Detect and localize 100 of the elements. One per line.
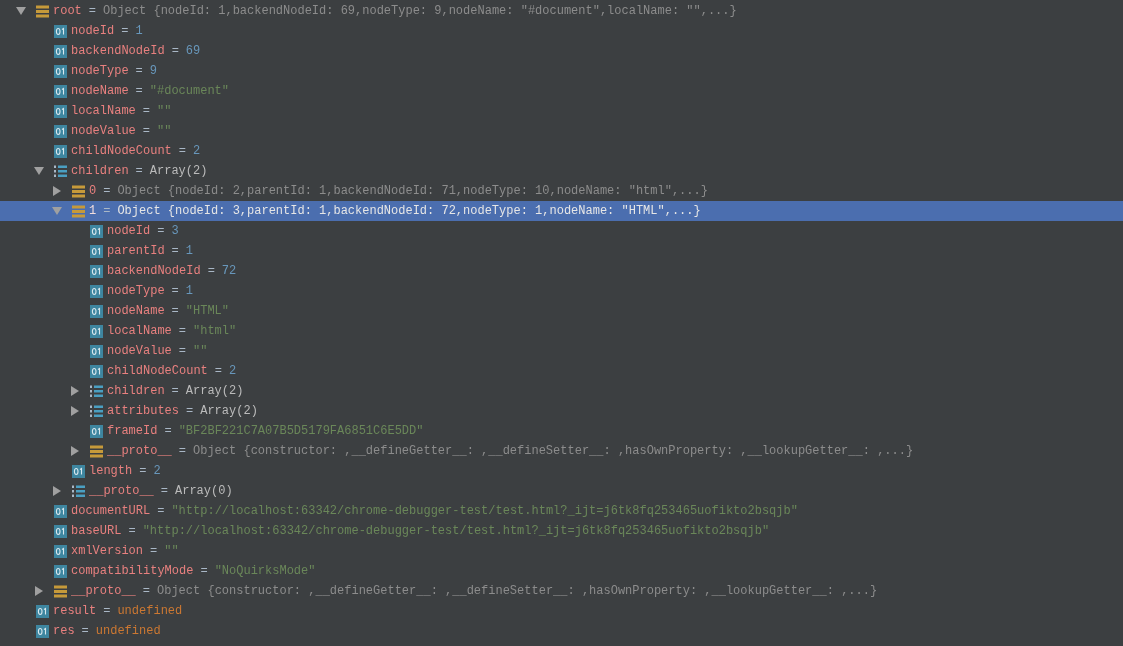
variable-value: "#document" [149,83,230,100]
expand-arrow-icon[interactable] [34,586,44,596]
variable-row[interactable]: nodeValue = "" [0,121,1123,141]
variable-icon [54,44,67,58]
variable-icon [54,504,67,518]
variable-value: "BF2BF221C7A07B5D5179FA6851C6E5DD" [178,423,424,440]
variable-row[interactable]: nodeId = 3 [0,221,1123,241]
variable-row[interactable]: documentURL = "http://localhost:63342/chrome-debugger-test/test.html?_ijt=j6tk8fq253465uofikto2bsqjb" [0,501,1123,521]
variable-row[interactable]: childNodeCount = 2 [0,361,1123,381]
variable-row[interactable]: nodeType = 9 [0,61,1123,81]
variable-name: backendNodeId [71,43,165,60]
variable-row[interactable]: baseURL = "http://localhost:63342/chrome-debugger-test/test.html?_ijt=j6tk8fq253465uofikto2bsqjb" [0,521,1123,541]
equals-sign: = [178,343,186,360]
variable-name: baseURL [71,523,122,540]
variable-row[interactable]: 1 = Object {nodeId: 3,parentId: 1,backendNodeId: 72,nodeType: 1,nodeName: "HTML",...} [0,201,1123,221]
object-icon [90,444,103,458]
variable-row[interactable]: nodeId = 1 [0,21,1123,41]
variable-row[interactable]: childNodeCount = 2 [0,141,1123,161]
variable-row[interactable]: backendNodeId = 72 [0,261,1123,281]
variable-row[interactable]: children = Array(2) [0,161,1123,181]
variable-value: 2 [153,463,161,480]
equals-sign: = [135,163,143,180]
equals-sign: = [103,203,111,220]
variable-value: 1 [135,23,143,40]
array-icon [72,484,85,498]
expand-arrow-icon[interactable] [70,386,80,396]
variable-value: 2 [193,143,201,160]
variable-value: "NoQuirksMode" [214,563,316,580]
variable-name: __proto__ [71,583,136,600]
variable-value: Object {nodeId: 3,parentId: 1,backendNodeId: 72,nodeType: 1,nodeName: "HTML",...} [117,203,701,220]
variable-row[interactable]: backendNodeId = 69 [0,41,1123,61]
variable-name: 1 [89,203,97,220]
collapse-arrow-icon[interactable] [16,6,26,16]
equals-sign: = [103,183,111,200]
variable-value: "http://localhost:63342/chrome-debugger-test/test.html?_ijt=j6tk8fq253465uofikto2bsqjb" [171,503,798,520]
variable-row[interactable]: children = Array(2) [0,381,1123,401]
variable-row[interactable]: __proto__ = Object {constructor: ,__defineGetter__: ,__defineSetter__: ,hasOwnProperty: ,__lookupGetter__: ,...} [0,441,1123,461]
variable-row[interactable]: __proto__ = Array(0) [0,481,1123,501]
variable-value: "" [157,103,172,120]
variable-name: nodeType [71,63,129,80]
variable-row[interactable]: nodeValue = "" [0,341,1123,361]
variable-row[interactable]: localName = "" [0,101,1123,121]
variable-row[interactable]: localName = "html" [0,321,1123,341]
variable-value: "" [193,343,208,360]
equals-sign: = [139,463,147,480]
variable-value: "" [164,543,179,560]
equals-sign: = [171,283,179,300]
equals-sign: = [121,23,129,40]
variable-name: nodeId [107,223,151,240]
variable-name: length [89,463,133,480]
equals-sign: = [160,483,168,500]
expand-arrow-icon[interactable] [70,406,80,416]
variable-row[interactable]: root = Object {nodeId: 1,backendNodeId: 69,nodeType: 9,nodeName: "#document",localName: "",...} [0,1,1123,21]
equals-sign: = [157,223,165,240]
variable-row[interactable]: length = 2 [0,461,1123,481]
variable-row[interactable]: res = undefined [0,621,1123,641]
expand-arrow-icon[interactable] [70,446,80,456]
variable-icon [36,604,49,618]
variable-name: childNodeCount [107,363,208,380]
variable-value: Object {constructor: ,__defineGetter__: ,__defineSetter__: ,hasOwnProperty: ,__lookupGetter__: ,...} [157,583,878,600]
variable-icon [72,464,85,478]
variable-value: 9 [149,63,157,80]
variable-row[interactable]: parentId = 1 [0,241,1123,261]
collapse-arrow-icon[interactable] [34,166,44,176]
variable-row[interactable]: result = undefined [0,601,1123,621]
variable-value: Object {nodeId: 1,backendNodeId: 69,nodeType: 9,nodeName: "#document",localName: "",...} [103,3,737,20]
variable-value: 3 [171,223,179,240]
variable-icon [54,24,67,38]
variable-name: nodeValue [107,343,172,360]
variable-name: nodeType [107,283,165,300]
equals-sign: = [150,543,158,560]
variable-name: nodeId [71,23,115,40]
equals-sign: = [207,263,215,280]
variable-value: 1 [185,283,193,300]
variable-row[interactable]: nodeType = 1 [0,281,1123,301]
variable-row[interactable]: compatibilityMode = "NoQuirksMode" [0,561,1123,581]
variable-row[interactable]: xmlVersion = "" [0,541,1123,561]
variable-value: Array(2) [185,383,244,400]
variable-row[interactable]: nodeName = "HTML" [0,301,1123,321]
variable-name: __proto__ [89,483,154,500]
variable-name: __proto__ [107,443,172,460]
variable-value: 72 [221,263,237,280]
variable-icon [54,84,67,98]
equals-sign: = [103,603,111,620]
variable-icon [54,544,67,558]
variable-name: nodeName [71,83,129,100]
equals-sign: = [128,523,136,540]
expand-arrow-icon[interactable] [52,186,62,196]
variable-row[interactable]: __proto__ = Object {constructor: ,__defineGetter__: ,__defineSetter__: ,hasOwnProperty: ,__lookupGetter__: ,...} [0,581,1123,601]
variable-row[interactable]: 0 = Object {nodeId: 2,parentId: 1,backendNodeId: 71,nodeType: 10,nodeName: "html",...} [0,181,1123,201]
variable-name: childNodeCount [71,143,172,160]
variable-row[interactable]: attributes = Array(2) [0,401,1123,421]
variable-icon [54,564,67,578]
variable-row[interactable]: frameId = "BF2BF221C7A07B5D5179FA6851C6E5DD" [0,421,1123,441]
variable-value: "" [157,123,172,140]
variable-row[interactable]: nodeName = "#document" [0,81,1123,101]
equals-sign: = [186,403,194,420]
variable-name: nodeValue [71,123,136,140]
expand-arrow-icon[interactable] [52,486,62,496]
object-icon [54,584,67,598]
